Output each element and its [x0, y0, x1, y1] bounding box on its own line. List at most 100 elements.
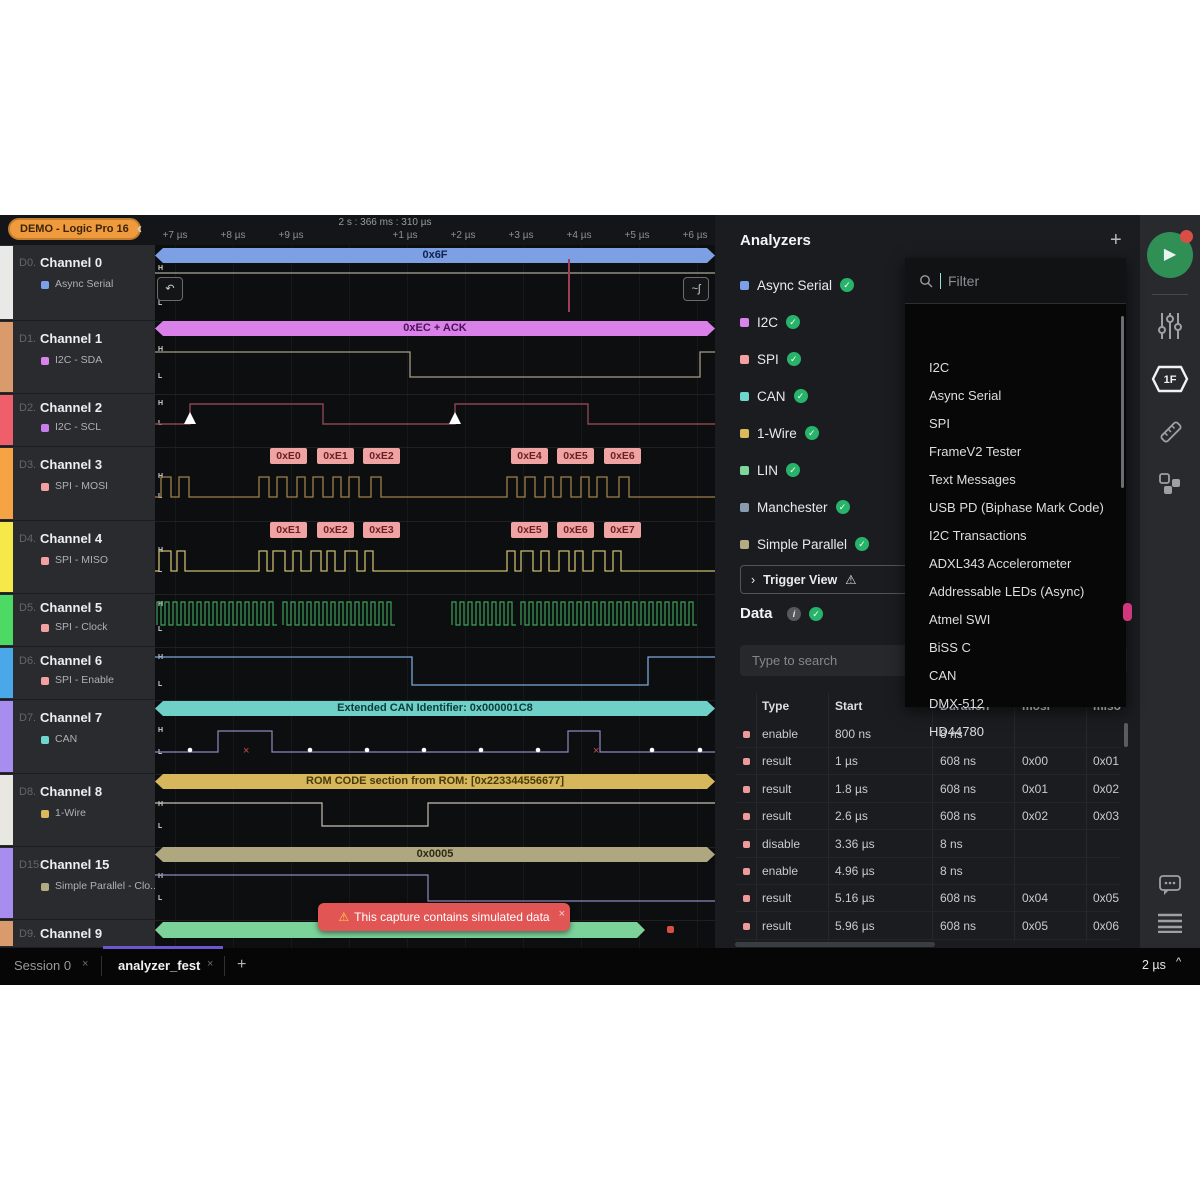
dropdown-item[interactable]: ADXL343 Accelerometer	[929, 550, 1071, 578]
dropdown-item[interactable]: USB PD (Biphase Mark Code)	[929, 494, 1104, 522]
frame-start-icon[interactable]: ↶	[157, 277, 183, 301]
waveform-viewport[interactable]: 0x6F H L ↶ ~ʃ 0xEC + ACK H L H L 0xE0 0x…	[155, 245, 715, 948]
dropdown-item[interactable]: Addressable LEDs (Async)	[929, 578, 1084, 606]
dropdown-item[interactable]: Text Messages	[929, 466, 1016, 494]
data-chip: 0xE7	[604, 522, 641, 538]
dropdown-item[interactable]: Atmel SWI	[929, 606, 990, 634]
channel-row-d1[interactable]: D1. Channel 1 I2C - SDA	[0, 321, 155, 394]
caret-up-icon[interactable]: ^	[1176, 956, 1181, 968]
analyzer-item-simple-parallel[interactable]: Simple Parallel ✓	[740, 535, 870, 553]
tab-session[interactable]: Session 0	[14, 958, 71, 973]
analyzer-item-spi[interactable]: SPI ✓	[740, 350, 801, 368]
demo-badge[interactable]: DEMO - Logic Pro 16	[8, 218, 141, 240]
dropdown-item[interactable]: FrameV2 Tester	[929, 438, 1021, 466]
channel-row-d3[interactable]: D3. Channel 3 SPI - MOSI	[0, 447, 155, 521]
channel-row-d0[interactable]: D0. Channel 0 Async Serial	[0, 245, 155, 321]
dropdown-item[interactable]: CAN	[929, 662, 956, 690]
analyzer-dot	[41, 736, 49, 744]
waveform-d6	[155, 656, 715, 686]
check-icon: ✓	[786, 352, 801, 366]
dropdown-item[interactable]: SPI	[929, 410, 950, 438]
row-color-dot	[743, 813, 750, 820]
warning-icon: ⚠	[845, 573, 857, 587]
tab-analyzer-fest-close-icon[interactable]: ×	[207, 958, 213, 970]
channel-row-d15[interactable]: D15. Channel 15 Simple Parallel - Clo...	[0, 847, 159, 920]
table-row[interactable]: result 5.96 µs 608 ns 0x05 0x06	[735, 913, 1121, 940]
feedback-icon[interactable]	[1158, 873, 1182, 897]
timeline-tick: +4 µs	[566, 230, 592, 241]
dropdown-item[interactable]: Async Serial	[929, 382, 1001, 410]
analyzer-item-can[interactable]: CAN ✓	[740, 387, 808, 405]
add-analyzer-button[interactable]: +	[1110, 229, 1122, 252]
hex-display-icon[interactable]: 1F	[1151, 365, 1189, 393]
dropdown-item[interactable]: I2C Transactions	[929, 522, 1027, 550]
data-chip: 0xE5	[511, 522, 548, 538]
table-row[interactable]: result 1 µs 608 ns 0x00 0x01	[735, 748, 1121, 775]
row-color-dot	[743, 923, 750, 930]
channel-color-strip	[0, 246, 13, 319]
channel-row-d4[interactable]: D4. Channel 4 SPI - MISO	[0, 521, 155, 594]
table-row[interactable]: enable 4.96 µs 8 ns	[735, 858, 1121, 885]
analyzer-label: Manchester	[757, 499, 828, 515]
dropdown-filter-input[interactable]: Filter	[905, 258, 1126, 304]
logic-analyzer-app: DEMO - Logic Pro 16 ‹ 2 s : 366 ms : 310…	[0, 215, 1200, 985]
dropdown-item[interactable]: DMX-512	[929, 690, 984, 718]
frame-end-icon[interactable]: ~ʃ	[683, 277, 709, 301]
measure-icon[interactable]	[1157, 418, 1185, 446]
channel-row-d7[interactable]: D7. Channel 7 CAN	[0, 700, 155, 774]
analyzer-label: LIN	[757, 462, 779, 478]
table-row[interactable]: disable 3.36 µs 8 ns	[735, 831, 1121, 858]
waveform-d7: × ×	[155, 730, 715, 757]
analyzer-item-i2c[interactable]: I2C ✓	[740, 313, 801, 331]
channel-id: D8.	[19, 786, 37, 798]
channel-id: D15.	[19, 859, 43, 871]
analyzer-dot	[41, 281, 49, 289]
trigger-view-button[interactable]: › Trigger View ⚠	[740, 565, 910, 594]
channel-color-strip	[0, 395, 13, 445]
dropdown-item[interactable]: I2C	[929, 354, 949, 382]
table-hscrollbar[interactable]	[735, 942, 935, 947]
tab-session-close-icon[interactable]: ×	[82, 958, 88, 970]
dropdown-scrollbar[interactable]	[1121, 316, 1124, 488]
tab-analyzer-fest[interactable]: analyzer_fest	[118, 958, 200, 973]
timeline-tick: +3 µs	[508, 230, 534, 241]
collapse-panel-icon[interactable]: ‹	[137, 220, 142, 237]
channel-row-d2[interactable]: D2. Channel 2 I2C - SCL	[0, 394, 155, 447]
capture-settings-icon[interactable]	[1157, 311, 1183, 341]
table-row[interactable]: enable 800 ns 8 ns	[735, 721, 1121, 748]
toast-close-icon[interactable]: ×	[559, 900, 565, 928]
channel-analyzer-label: Simple Parallel - Clo...	[55, 880, 159, 892]
divider	[224, 956, 225, 976]
table-row[interactable]: result 2.6 µs 608 ns 0x02 0x03	[735, 803, 1121, 830]
analyzer-item-1wire[interactable]: 1-Wire ✓	[740, 424, 819, 442]
column-header-start[interactable]: Start	[835, 699, 862, 713]
channel-row-d5[interactable]: D5. Channel 5 SPI - Clock	[0, 594, 155, 647]
new-tab-button[interactable]: +	[237, 956, 246, 974]
main-menu-icon[interactable]	[1156, 913, 1184, 933]
channel-name: Channel 0	[40, 255, 103, 270]
timing-cursor[interactable]	[568, 259, 570, 312]
analyzer-item-async-serial[interactable]: Async Serial ✓	[740, 276, 855, 294]
table-row[interactable]: result 1.8 µs 608 ns 0x01 0x02	[735, 776, 1121, 803]
zoom-level-label[interactable]: 2 µs	[1142, 958, 1166, 972]
annotation-bar-1wire: ROM CODE section from ROM: [0x2233445566…	[155, 774, 715, 789]
waveform-d1	[155, 351, 715, 378]
channel-color-strip	[0, 848, 13, 918]
timeline-tick: +9 µs	[278, 230, 304, 241]
info-icon[interactable]: i	[787, 607, 801, 621]
table-row[interactable]: result 5.16 µs 608 ns 0x04 0x05	[735, 885, 1121, 912]
search-icon	[920, 274, 933, 287]
channel-name: Channel 2	[40, 400, 103, 415]
analyzer-dot	[41, 357, 49, 365]
waveform-d2	[155, 403, 715, 425]
channel-row-d9[interactable]: D9. Channel 9	[0, 920, 155, 948]
channel-row-d8[interactable]: D8. Channel 8 1-Wire	[0, 774, 155, 847]
dropdown-item[interactable]: BiSS C	[929, 634, 971, 662]
dropdown-item[interactable]: HD44780	[929, 718, 984, 746]
channel-row-d6[interactable]: D6. Channel 6 SPI - Enable	[0, 647, 155, 700]
table-vscrollbar[interactable]	[1124, 723, 1128, 747]
column-header-type[interactable]: Type	[762, 699, 789, 713]
extensions-icon[interactable]	[1157, 471, 1183, 497]
analyzer-item-manchester[interactable]: Manchester ✓	[740, 498, 850, 516]
analyzer-item-lin[interactable]: LIN ✓	[740, 461, 801, 479]
